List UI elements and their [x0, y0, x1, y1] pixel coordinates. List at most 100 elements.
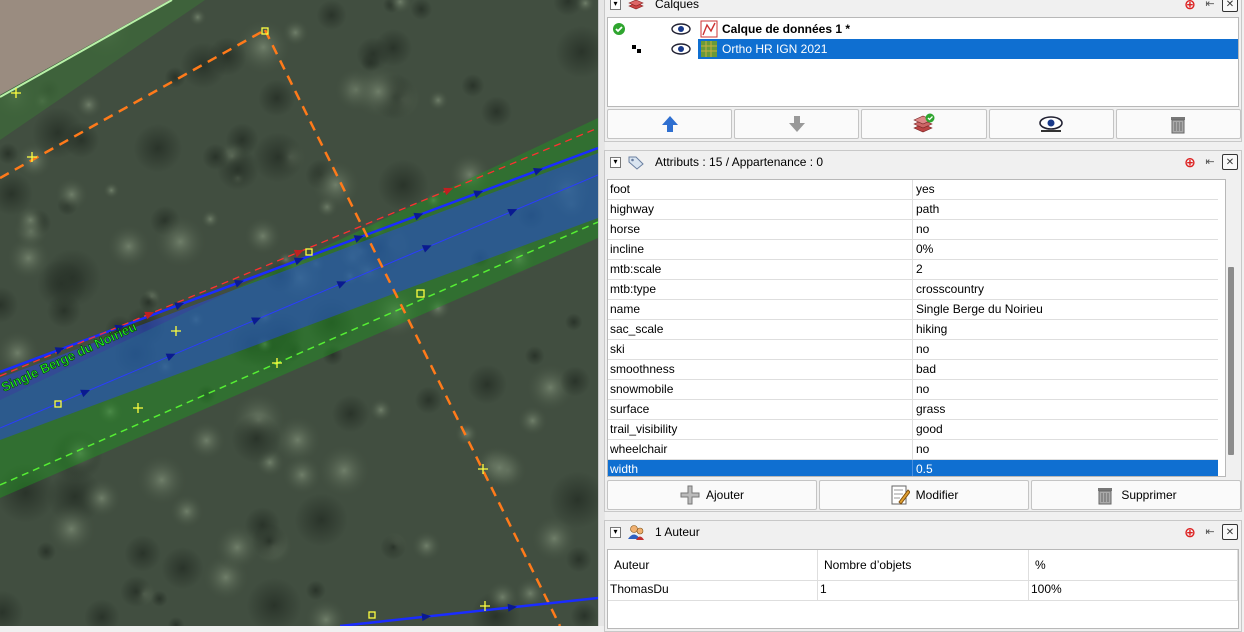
tree-crown — [467, 364, 507, 405]
tree-crown — [427, 89, 450, 112]
tree-crown — [45, 503, 98, 555]
tree-crown — [380, 534, 407, 560]
add-tag-button[interactable]: Ajouter — [607, 480, 817, 510]
tree-crown — [258, 79, 296, 117]
tree-crown — [316, 442, 372, 499]
close-icon[interactable]: ✕ — [1222, 0, 1238, 12]
move-down-button[interactable] — [734, 109, 860, 139]
dock-icon[interactable]: ⇤ — [1202, 154, 1218, 170]
scrollbar-thumb[interactable] — [1228, 267, 1234, 455]
attributes-panel-header: ▾ Attributs : 15 / Appartenance : 0 ⊕ ⇤ … — [605, 151, 1241, 173]
plus-icon — [680, 485, 700, 505]
tree-crown — [54, 177, 90, 212]
layers-toolbar — [607, 109, 1242, 139]
collapse-toggle[interactable]: ▾ — [610, 526, 621, 538]
help-icon[interactable]: ⊕ — [1182, 154, 1198, 170]
layer-name: Ortho HR IGN 2021 — [722, 42, 828, 56]
imagery-layer-icon — [701, 41, 717, 57]
tag-value: hiking — [916, 322, 948, 336]
trash-icon — [1171, 117, 1186, 134]
table-row[interactable]: highway path — [608, 200, 1218, 220]
attributes-table[interactable]: foot yes highway path horse no incline 0% mtb:sc… — [607, 179, 1226, 477]
tag-key: smoothness — [608, 360, 913, 379]
layers-panel-header: ▾ Calques ⊕ ⇤ ✕ — [605, 0, 1241, 13]
delete-tag-label: Supprimer — [1121, 488, 1177, 502]
help-icon[interactable]: ⊕ — [1182, 0, 1198, 12]
table-row[interactable]: trail_visibility good — [608, 420, 1218, 440]
tag-key: ski — [608, 340, 913, 359]
column-header-percent[interactable]: % — [1029, 550, 1238, 580]
tree-crown — [217, 148, 259, 191]
activate-layer-button[interactable] — [861, 109, 987, 139]
table-row[interactable]: horse no — [608, 220, 1218, 240]
table-row[interactable]: name Single Berge du Noirieu — [608, 300, 1218, 320]
tag-key: name — [608, 300, 913, 319]
map-view[interactable]: Single Berge du Noirieu — [0, 0, 598, 626]
tag-key: snowmobile — [608, 380, 913, 399]
edit-tag-button[interactable]: Modifier — [819, 480, 1029, 510]
toggle-visibility-button[interactable] — [988, 109, 1114, 139]
tree-crown — [161, 547, 204, 590]
move-up-button[interactable] — [607, 109, 733, 139]
tag-key: highway — [608, 200, 913, 219]
tree-crown — [305, 580, 326, 601]
map-canvas[interactable]: Single Berge du Noirieu — [0, 0, 598, 626]
tree-crown — [559, 366, 591, 397]
close-icon[interactable]: ✕ — [1222, 524, 1238, 540]
table-row[interactable]: wheelchair no — [608, 440, 1218, 460]
table-row[interactable]: snowmobile no — [608, 380, 1218, 400]
tree-crown — [102, 181, 120, 199]
table-row[interactable]: mtb:type crosscountry — [608, 280, 1218, 300]
table-header: Auteur Nombre d’objets % — [608, 550, 1238, 581]
help-icon[interactable]: ⊕ — [1182, 524, 1198, 540]
table-row[interactable]: ski no — [608, 340, 1218, 360]
tree-crown — [242, 216, 283, 256]
layers-panel-title: Calques — [655, 0, 700, 11]
table-row[interactable]: width 0.5 — [608, 460, 1218, 476]
table-row[interactable]: mtb:scale 2 — [608, 260, 1218, 280]
table-row[interactable]: incline 0% — [608, 240, 1218, 260]
collapse-toggle[interactable]: ▾ — [610, 0, 621, 10]
tree-crown — [180, 42, 227, 89]
column-header-count[interactable]: Nombre d’objets — [818, 550, 1029, 580]
tree-crown — [350, 63, 407, 120]
table-row[interactable]: sac_scale hiking — [608, 320, 1218, 340]
tag-key: sac_scale — [608, 320, 913, 339]
tree-crown — [133, 123, 183, 173]
tag-key: surface — [608, 400, 913, 419]
arrow-down-icon — [788, 116, 805, 132]
authors-table[interactable]: Auteur Nombre d’objets % ThomasDu 1 100% — [607, 549, 1239, 629]
edit-icon — [891, 485, 910, 505]
delete-tag-button[interactable]: Supprimer — [1031, 480, 1241, 510]
collapse-toggle[interactable]: ▾ — [610, 156, 621, 168]
tree-crown — [105, 223, 152, 270]
attributes-scrollbar[interactable] — [1226, 179, 1238, 477]
tree-crown — [188, 7, 207, 27]
tree-crown — [368, 397, 394, 423]
table-row[interactable]: smoothness bad — [608, 360, 1218, 380]
tree-crown — [309, 159, 362, 211]
delete-layer-button[interactable] — [1115, 109, 1242, 139]
dock-icon[interactable]: ⇤ — [1202, 0, 1218, 12]
layers-list[interactable]: Calque de données 1 * Ortho HR IGN 2021 — [607, 17, 1239, 107]
tree-crown — [120, 575, 152, 608]
tree-crown — [331, 394, 370, 433]
eye-icon[interactable] — [670, 22, 692, 36]
tag-key: foot — [608, 180, 913, 199]
table-row[interactable]: surface grass — [608, 400, 1218, 420]
eye-icon[interactable] — [670, 42, 692, 56]
edit-tag-label: Modifier — [915, 488, 959, 502]
tree-crown — [74, 90, 103, 119]
tree-crown — [186, 420, 227, 461]
tag-key: width — [608, 460, 913, 476]
layer-row-imagery[interactable]: Ortho HR IGN 2021 — [608, 39, 1238, 59]
table-row[interactable]: ThomasDu 1 100% — [608, 580, 1238, 601]
dock-icon[interactable]: ⇤ — [1202, 524, 1218, 540]
close-icon[interactable]: ✕ — [1222, 154, 1238, 170]
table-row[interactable]: foot yes — [608, 180, 1218, 200]
layer-name: Calque de données 1 * — [722, 22, 851, 36]
tree-crown — [410, 530, 443, 562]
layer-row-data[interactable]: Calque de données 1 * — [608, 19, 1238, 39]
attributes-panel: ▾ Attributs : 15 / Appartenance : 0 ⊕ ⇤ … — [604, 150, 1242, 512]
column-header-author[interactable]: Auteur — [608, 550, 818, 580]
